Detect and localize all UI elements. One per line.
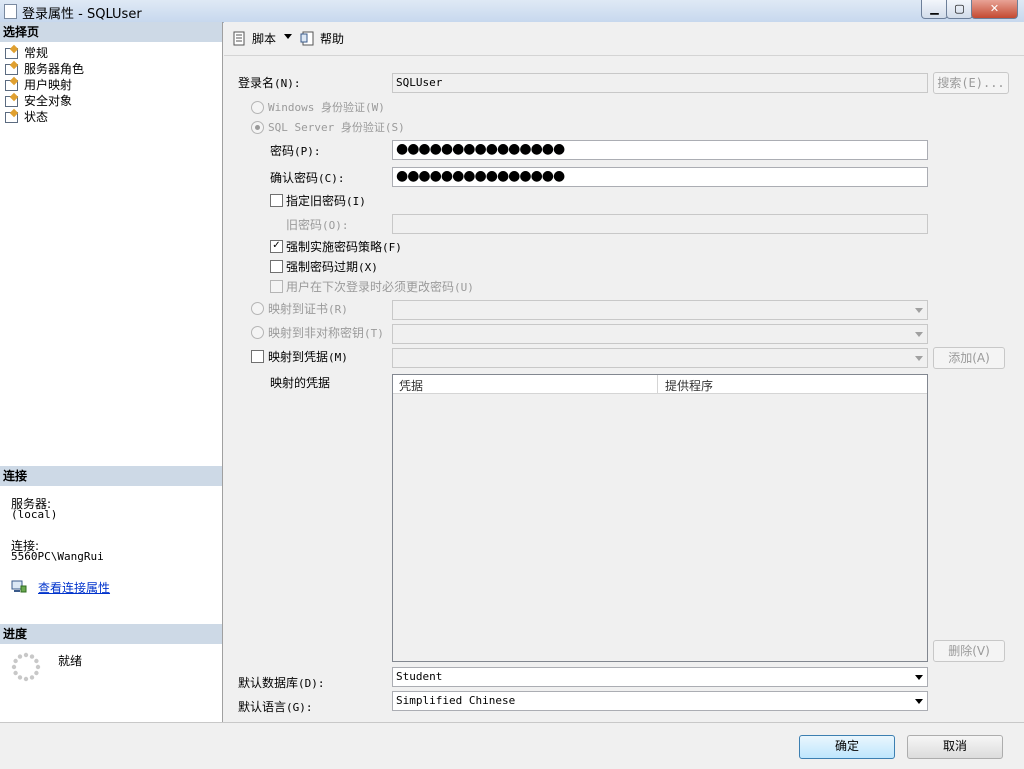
cancel-button[interactable]: 取消 — [907, 735, 1003, 759]
chevron-down-icon — [284, 34, 292, 39]
sql-auth-label: SQL Server 身份验证(S) — [268, 121, 405, 134]
confirm-password-field[interactable]: ●●●●●●●●●●●●●●● — [392, 167, 928, 187]
old-password-field[interactable] — [392, 214, 928, 234]
title-bar: 登录属性 - SQLUser ▁ ▢ ✕ — [0, 0, 1024, 23]
chevron-down-icon — [915, 675, 923, 680]
view-connection-properties-link[interactable]: 查看连接属性 — [38, 579, 110, 596]
grid-header: 凭据 提供程序 — [393, 375, 927, 394]
help-label: 帮助 — [320, 32, 345, 46]
window-icon — [4, 4, 17, 19]
must-change-label: 用户在下次登录时必须更改密码(U) — [286, 280, 474, 294]
certificate-combo[interactable] — [392, 300, 928, 320]
default-database-value: Student — [396, 670, 443, 683]
page-item-user-mapping[interactable]: 用户映射 — [4, 76, 72, 92]
enforce-expiration-label: 强制密码过期(X) — [286, 260, 378, 274]
page-item-status[interactable]: 状态 — [4, 108, 48, 124]
chevron-down-icon — [915, 308, 923, 313]
right-pane: 脚本 帮助 登录名(N): SQLUser 搜索(E)... Windows 身… — [224, 22, 1024, 722]
map-cert-radio[interactable] — [251, 302, 264, 315]
page-item-label: 服务器角色 — [24, 61, 85, 76]
search-button[interactable]: 搜索(E)... — [933, 72, 1009, 94]
left-pane: 选择页 常规 服务器角色 用户映射 安全对象 状态 连接 服务器: (local… — [0, 22, 223, 722]
map-credential-checkbox[interactable] — [251, 350, 264, 363]
page-icon — [4, 46, 18, 59]
script-icon — [233, 31, 245, 45]
password-field[interactable]: ●●●●●●●●●●●●●●● — [392, 140, 928, 160]
page-icon — [4, 110, 18, 123]
close-button[interactable]: ✕ — [971, 0, 1018, 19]
remove-credential-button[interactable]: 删除(V) — [933, 640, 1005, 662]
map-asym-key-radio[interactable] — [251, 326, 264, 339]
help-icon — [300, 31, 314, 45]
script-button[interactable]: 脚本 — [232, 30, 276, 47]
dialog-button-bar: 确定 取消 — [0, 722, 1024, 769]
default-database-label: 默认数据库(D): — [238, 676, 325, 690]
default-language-label: 默认语言(G): — [238, 700, 313, 714]
password-value: ●●●●●●●●●●●●●●● — [396, 141, 565, 157]
login-name-label: 登录名(N): — [238, 76, 301, 90]
sql-auth-radio[interactable] — [251, 121, 264, 134]
confirm-password-value: ●●●●●●●●●●●●●●● — [396, 168, 565, 184]
page-item-label: 安全对象 — [24, 93, 73, 108]
minimize-button[interactable]: ▁ — [921, 0, 948, 19]
windows-auth-label: Windows 身份验证(W) — [268, 101, 385, 114]
default-language-value: Simplified Chinese — [396, 694, 516, 707]
maximize-button[interactable]: ▢ — [946, 0, 973, 19]
toolbar: 脚本 帮助 — [224, 22, 1024, 56]
general-page-content: 登录名(N): SQLUser 搜索(E)... Windows 身份验证(W)… — [224, 56, 1024, 722]
page-item-server-roles[interactable]: 服务器角色 — [4, 60, 84, 76]
page-item-securables[interactable]: 安全对象 — [4, 92, 72, 108]
chevron-down-icon — [915, 699, 923, 704]
page-icon — [4, 94, 18, 107]
default-database-select[interactable]: Student — [392, 667, 928, 687]
credential-combo[interactable] — [392, 348, 928, 368]
script-dropdown[interactable] — [284, 34, 292, 39]
window-title: 登录属性 - SQLUser — [22, 7, 142, 22]
page-icon — [4, 78, 18, 91]
page-icon — [4, 62, 18, 75]
map-asym-key-label: 映射到非对称密钥(T) — [268, 326, 384, 340]
grid-col-credential[interactable]: 凭据 — [399, 377, 423, 394]
mapped-credentials-grid[interactable]: 凭据 提供程序 — [392, 374, 928, 662]
specify-old-password-checkbox[interactable] — [270, 194, 283, 207]
server-value: (local) — [11, 508, 58, 521]
page-item-label: 用户映射 — [24, 77, 73, 92]
column-divider — [657, 375, 658, 393]
connection-value: 5560PC\WangRui — [11, 550, 104, 563]
select-page-header: 选择页 — [0, 22, 222, 42]
enforce-policy-label: 强制实施密码策略(F) — [286, 240, 402, 254]
connection-header: 连接 — [0, 466, 222, 486]
specify-old-password-label: 指定旧密码(I) — [286, 194, 366, 208]
page-item-label: 状态 — [24, 109, 49, 124]
chevron-down-icon — [915, 356, 923, 361]
login-name-value: SQLUser — [396, 76, 443, 89]
script-label: 脚本 — [252, 32, 277, 46]
password-label: 密码(P): — [270, 144, 321, 158]
progress-spinner-icon — [11, 652, 41, 682]
enforce-expiration-checkbox[interactable] — [270, 260, 283, 273]
old-password-label: 旧密码(O): — [286, 218, 349, 232]
connection-properties-icon — [11, 580, 27, 593]
grid-col-provider[interactable]: 提供程序 — [665, 377, 713, 394]
confirm-password-label: 确认密码(C): — [270, 171, 345, 185]
must-change-checkbox[interactable] — [270, 280, 283, 293]
mapped-credentials-label: 映射的凭据 — [270, 376, 331, 390]
checkmark-icon: ✓ — [272, 240, 281, 251]
map-credential-label: 映射到凭据(M) — [268, 350, 348, 364]
default-language-select[interactable]: Simplified Chinese — [392, 691, 928, 711]
map-cert-label: 映射到证书(R) — [268, 302, 348, 316]
asym-key-combo[interactable] — [392, 324, 928, 344]
progress-header: 进度 — [0, 624, 222, 644]
add-credential-button[interactable]: 添加(A) — [933, 347, 1005, 369]
chevron-down-icon — [915, 332, 923, 337]
page-item-label: 常规 — [24, 45, 49, 60]
ok-button[interactable]: 确定 — [799, 735, 895, 759]
windows-auth-radio[interactable] — [251, 101, 264, 114]
help-button[interactable]: 帮助 — [300, 30, 344, 47]
page-item-general[interactable]: 常规 — [4, 44, 48, 60]
login-name-field[interactable]: SQLUser — [392, 73, 928, 93]
progress-status: 就绪 — [58, 654, 83, 668]
enforce-policy-checkbox[interactable]: ✓ — [270, 240, 283, 253]
